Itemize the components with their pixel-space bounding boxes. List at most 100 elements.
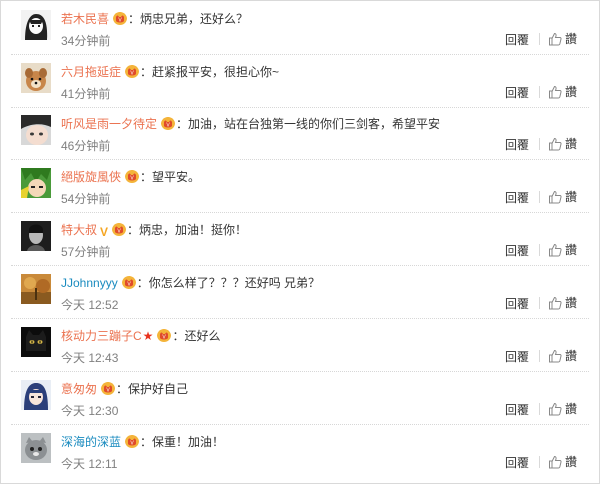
comment-item: 絕版旋風俠 V ：望平安。 54分钟前 回覆 讚 [1, 160, 599, 213]
green-anime-avatar[interactable] [21, 168, 51, 198]
thumbs-up-icon [548, 296, 562, 310]
comment-text: 保重！加油！ [152, 435, 225, 449]
like-button[interactable]: 讚 [538, 135, 577, 151]
comment-item: 核动力三蹦子C★ V ：还好么 今天 12:43 回覆 讚 [1, 319, 599, 372]
anime-face-avatar[interactable] [21, 115, 51, 145]
like-button[interactable]: 讚 [538, 347, 577, 363]
username-link[interactable]: 若木民喜 [61, 12, 109, 26]
comment-timestamp: 46分钟前 [61, 139, 111, 153]
action-divider [538, 456, 540, 468]
action-divider [538, 86, 540, 98]
thumbs-up-icon [548, 32, 562, 46]
comment-timestamp: 今天 12:30 [61, 404, 119, 418]
username-link[interactable]: 听风是雨一夕待定 [61, 117, 157, 131]
like-button[interactable]: 讚 [538, 188, 577, 204]
thumbs-up-icon [548, 349, 562, 363]
comment-content: 意匆匆 V ：保护好自己 [61, 381, 188, 397]
comment-item: 特大叔 V V ：炳忠，加油！挺你！ 57分钟前 回覆讚 [1, 213, 599, 266]
username-link[interactable]: JJohnnyyy [61, 276, 118, 290]
grey-cat-avatar[interactable] [21, 433, 51, 463]
username-link[interactable]: 絕版旋風俠 [61, 170, 121, 184]
reply-button[interactable]: 回覆 [505, 136, 529, 153]
comment-content: 深海的深蓝 V ：保重！加油！ [61, 434, 224, 450]
like-button[interactable]: 讚 [538, 400, 577, 416]
action-divider [538, 297, 540, 309]
like-label: 讚 [564, 296, 577, 310]
like-button[interactable]: 讚 [538, 453, 577, 469]
vip-badge-icon[interactable]: V [100, 381, 116, 396]
comment-content: 六月拖延症 V ：赶紧报平安，很担心你~ [61, 64, 279, 80]
thumbs-up-icon [548, 402, 562, 416]
vip-badge-icon[interactable]: V [124, 64, 140, 79]
reply-button[interactable]: 回覆 [505, 242, 529, 259]
vip-badge-icon[interactable]: V [111, 222, 127, 237]
vip-badge-icon[interactable]: V [124, 169, 140, 184]
username-link[interactable]: 意匆匆 [61, 382, 97, 396]
vip-badge-icon[interactable]: V [156, 328, 172, 343]
username-link[interactable]: 核动力三蹦子C [61, 329, 142, 343]
dog-avatar[interactable] [21, 63, 51, 93]
action-divider [538, 244, 540, 256]
username-link[interactable]: 特大叔 [61, 223, 97, 237]
colon-separator: ： [128, 12, 141, 26]
like-label: 讚 [564, 349, 577, 363]
colon-separator: ： [136, 276, 149, 290]
thumbs-up-icon [548, 137, 562, 151]
comment-text: 你怎么样了？？？还好吗 兄弟？ [148, 276, 321, 290]
reply-button[interactable]: 回覆 [505, 189, 529, 206]
username-link[interactable]: 六月拖延症 [61, 65, 121, 79]
reply-button[interactable]: 回覆 [505, 454, 529, 471]
reply-button[interactable]: 回覆 [505, 401, 529, 418]
action-divider [538, 403, 540, 415]
vip-badge-icon[interactable]: V [124, 434, 140, 449]
comment-text: 还好么 [184, 329, 221, 343]
vip-badge-icon[interactable]: V [160, 116, 176, 131]
comment-content: 核动力三蹦子C★ V ：还好么 [61, 328, 220, 344]
comment-text: 望平安。 [152, 170, 201, 184]
like-label: 讚 [564, 402, 577, 416]
like-label: 讚 [564, 190, 577, 204]
username-link[interactable]: 深海的深蓝 [61, 435, 121, 449]
like-button[interactable]: 讚 [538, 241, 577, 257]
reply-button[interactable]: 回覆 [505, 295, 529, 312]
thumbs-up-icon [548, 243, 562, 257]
comment-text: 加油，站在台独第一线的你们三剑客，希望平安 [188, 117, 441, 131]
action-divider [538, 350, 540, 362]
comment-item: 若木民喜 V ：炳忠兄弟，还好么？ 34分钟前 回覆 讚 [1, 2, 599, 55]
like-label: 讚 [564, 243, 577, 257]
colon-separator: ： [140, 65, 153, 79]
comment-timestamp: 57分钟前 [61, 245, 111, 259]
comment-text: 炳忠兄弟，还好么？ [140, 12, 249, 26]
verified-v-icon[interactable]: V [100, 224, 108, 240]
colon-separator: ： [116, 382, 129, 396]
comment-content: 听风是雨一夕待定 V ：加油，站在台独第一线的你们三剑客，希望平安 [61, 116, 440, 132]
comment-content: 若木民喜 V ：炳忠兄弟，还好么？ [61, 11, 248, 27]
comment-item: 六月拖延症 V ：赶紧报平安，很担心你~ 41分钟前 回覆 讚 [1, 55, 599, 108]
reply-button[interactable]: 回覆 [505, 84, 529, 101]
comment-text: 保护好自己 [128, 382, 189, 396]
anime-girl-avatar[interactable] [21, 10, 51, 40]
reply-button[interactable]: 回覆 [505, 31, 529, 48]
action-divider [538, 33, 540, 45]
autumn-avatar[interactable] [21, 274, 51, 304]
black-cat-avatar[interactable] [21, 327, 51, 357]
colon-separator: ： [172, 329, 185, 343]
comment-timestamp: 34分钟前 [61, 34, 111, 48]
comment-timestamp: 今天 12:52 [61, 298, 119, 312]
like-label: 讚 [564, 137, 577, 151]
colon-separator: ： [176, 117, 189, 131]
comment-item: JJohnnyyy V ：你怎么样了？？？还好吗 兄弟？ 今天 12:52 回覆 讚 [1, 266, 599, 319]
comment-timestamp: 41分钟前 [61, 87, 111, 101]
comment-item: 深海的深蓝 V ：保重！加油！ 今天 12:11 回覆 讚 [1, 425, 599, 478]
comment-text: 炳忠，加油！挺你！ [139, 223, 248, 237]
like-button[interactable]: 讚 [538, 83, 577, 99]
vip-badge-icon[interactable]: V [121, 275, 137, 290]
blue-hair-avatar[interactable] [21, 380, 51, 410]
comment-timestamp: 54分钟前 [61, 192, 111, 206]
like-button[interactable]: 讚 [538, 294, 577, 310]
dark-portrait-avatar[interactable] [21, 221, 51, 251]
like-button[interactable]: 讚 [538, 30, 577, 46]
colon-separator: ： [140, 435, 153, 449]
vip-badge-icon[interactable]: V [112, 11, 128, 26]
reply-button[interactable]: 回覆 [505, 348, 529, 365]
